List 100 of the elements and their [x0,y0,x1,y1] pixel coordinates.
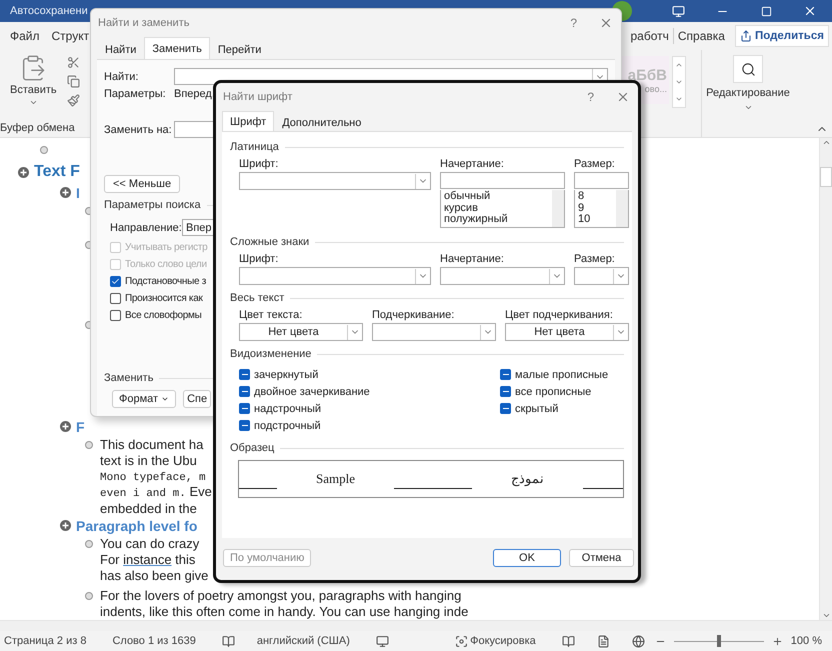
dialog-tab[interactable]: Перейти [210,39,270,59]
checkbox[interactable] [110,293,121,304]
checkbox[interactable] [239,369,250,380]
group-title: Образец [230,442,274,454]
ribbon-tab[interactable]: работч [630,29,669,43]
heading: F [76,418,85,434]
list-item[interactable]: обычный [444,191,549,202]
list-item[interactable]: 9 [578,202,613,214]
dialog-title: Найти шрифт [223,91,292,103]
book-icon[interactable] [562,634,575,648]
style-field[interactable] [440,172,565,189]
checkbox-label: подстрочный [254,420,321,432]
zoom-level[interactable]: 100 % [790,635,822,647]
checkbox[interactable] [110,310,121,321]
book-icon[interactable] [222,634,235,648]
options-value: Вперед, [174,88,215,100]
checkbox-label: зачеркнутый [254,368,318,380]
checkbox-label: надстрочный [254,402,321,414]
text-line: even i and m. Eve [100,484,212,500]
help-button[interactable]: ? [570,16,577,30]
language[interactable]: английский (США) [256,635,350,647]
page-count[interactable]: Страница 2 из 8 [4,635,86,647]
less-button[interactable]: << Меньше [104,175,180,193]
dialog-title: Найти и заменить [98,17,190,29]
checkbox-label: все прописные [515,386,592,398]
checkbox[interactable] [239,420,250,431]
field-label: Подчеркивание: [372,309,456,321]
ribbon-tab[interactable]: Справка [678,29,725,43]
page-icon[interactable] [596,634,610,648]
size-field[interactable] [574,172,629,189]
sample-text: نموذج [511,471,544,487]
focus-button[interactable]: Фокусировка [470,635,536,647]
checkbox[interactable] [500,386,511,397]
editing-button[interactable]: Редактирование [706,87,790,99]
expand-icon[interactable] [60,187,71,198]
scroll-thumb[interactable] [820,167,832,187]
dialog-tab[interactable]: Шрифт [222,111,274,131]
paintbrush-icon[interactable] [66,94,80,107]
focus-icon[interactable] [455,634,468,648]
ribbon-tab[interactable]: Файл [10,29,40,43]
checkbox[interactable] [239,386,250,397]
text-line: text is in the Ubu [100,452,197,468]
field-label: Заменить на: [104,124,173,136]
paste-button[interactable]: Вставить [10,84,57,96]
search-icon[interactable] [733,55,763,83]
share-button[interactable]: Поделиться [734,25,829,47]
size-list[interactable]: 8 9 10 [574,190,629,228]
special-button[interactable]: Спе [183,390,212,408]
caret-icon[interactable] [161,395,170,403]
list-item[interactable]: 8 [578,191,613,202]
heading: Text F [34,163,80,181]
bullet-icon [85,592,93,600]
text-line: has also been give [100,568,208,582]
expand-icon[interactable] [60,520,71,531]
dialog-tab[interactable]: Дополнительно [274,113,370,131]
checkbox[interactable] [239,403,250,414]
ribbon-tab[interactable]: Структ [52,29,90,43]
list-item[interactable]: курсив [444,202,549,214]
help-button[interactable]: ? [587,90,594,104]
down-icon[interactable] [822,611,830,620]
checkbox-label: скрытый [515,402,558,414]
expand-icon[interactable] [18,166,29,178]
list-item[interactable]: полужирный [444,214,549,226]
field-label: Параметры: [104,88,167,100]
zoom-in-icon[interactable] [772,636,783,646]
scissors-icon[interactable] [66,56,80,69]
field-label: Размер: [574,253,616,265]
checkbox-label: Подстановочные з [125,276,206,287]
group-title: Весь текст [230,292,284,304]
slider-thumb[interactable] [716,635,721,647]
field-label: Цвет подчеркивания: [505,309,614,321]
sample-text: Sample [316,471,355,487]
text-line: indents, like this often come in handy. You can use hanging inde [100,604,468,618]
field-label: Шрифт: [239,253,280,265]
checkbox[interactable] [110,276,121,287]
group-title: Параметры поиска [104,199,201,211]
heading: I [76,184,80,200]
list-item[interactable]: 10 [578,214,613,226]
horizontal-scrollbar[interactable] [0,620,832,631]
dialog-tab[interactable]: Найти [97,39,144,59]
globe-icon[interactable] [632,634,645,648]
group-title: Видоизменение [230,348,312,360]
screen-icon[interactable] [376,634,389,648]
cancel-button[interactable]: Отмена [569,549,634,567]
style-list[interactable]: обычный курсив полужирный [440,190,565,228]
vertical-scrollbar[interactable] [819,138,832,620]
word-count[interactable]: Слово 1 из 1639 [112,635,196,647]
checkbox[interactable] [500,369,511,380]
expand-icon[interactable] [60,421,71,432]
dialog-tab[interactable]: Заменить [144,37,210,59]
ok-button[interactable]: OK [493,549,561,567]
copy-icon[interactable] [66,75,80,88]
checkbox-label: Учитывать регистр [125,242,208,253]
up-icon[interactable] [822,138,830,147]
style-preview: аБбВ [628,66,667,84]
format-button[interactable]: Формат [112,390,176,408]
checkbox[interactable] [500,403,511,414]
style-name: ово... [644,84,667,94]
share-icon[interactable] [740,30,752,42]
group-title: Сложные знаки [230,236,310,248]
